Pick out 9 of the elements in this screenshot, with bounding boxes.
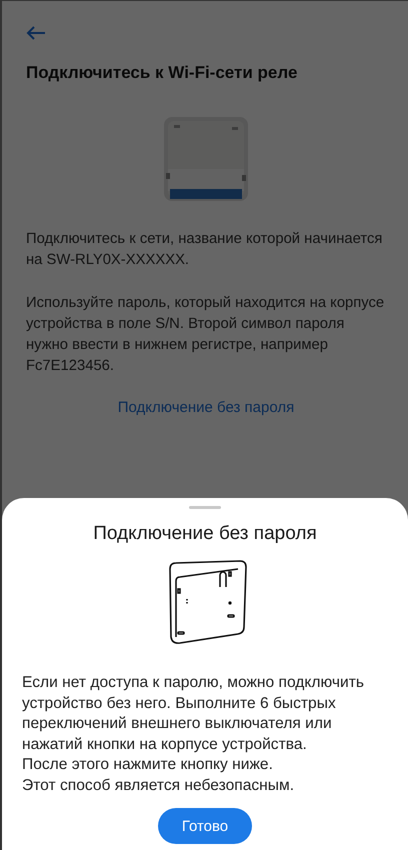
- instruction-text: Подключитесь к сети, название которой начинается на SW-RLY0X-XXXXXX.: [26, 230, 384, 270]
- back-icon[interactable]: [26, 25, 46, 41]
- screen-title: Подключитесь к Wi-Fi-сети реле: [26, 63, 298, 83]
- instruction-text: Используйте пароль, который находится на корпусе устройства в поле S/N. Второй символ пароля нужно ввести в нижнем регистре, например Fc7E123456.: [26, 294, 386, 376]
- no-password-link[interactable]: Подключение без пароля: [118, 399, 294, 416]
- instruction-text: Если нет доступа к паролю, можно подключить устройство без него. Выполните 6 быстрых переключений внешнего выключателя или нажатий кнопки на корпусе устройства. После этого нажмите кнопку ниже. Этот способ является небезопасным.: [22, 673, 365, 796]
- drag-handle[interactable]: [189, 506, 221, 509]
- done-button[interactable]: Готово: [158, 808, 252, 844]
- sheet-title: Подключение без пароля: [93, 523, 317, 545]
